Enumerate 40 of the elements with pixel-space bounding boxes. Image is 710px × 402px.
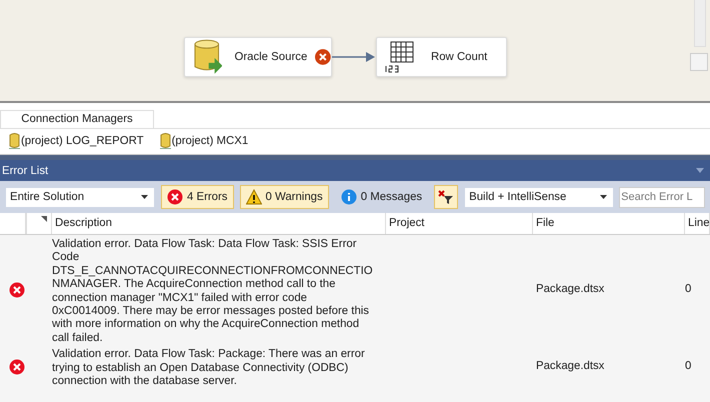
sort-icon[interactable] (41, 216, 47, 222)
database-icon (160, 133, 171, 149)
error-description: Validation error. Data Flow Task: Package: There was an error trying to establish an Open Database Connectivity (ODBC) connection with the database server. (52, 348, 366, 388)
search-field[interactable]: Search Error L (619, 186, 706, 208)
column-header[interactable]: Line (685, 213, 710, 234)
column-header[interactable]: Description (52, 213, 386, 234)
filter-button[interactable]: 0 Warnings (240, 185, 329, 209)
dropdown-caret-icon[interactable] (696, 168, 704, 173)
column-header[interactable]: Project (386, 213, 533, 234)
clear-filter-icon[interactable] (434, 185, 458, 209)
column-header[interactable]: File (533, 213, 685, 234)
warning-icon (246, 189, 262, 205)
zoom-fit-button[interactable] (690, 53, 708, 71)
node-label: Row Count (431, 51, 488, 63)
line-cell: 0 (685, 283, 692, 297)
connection-managers-tab[interactable]: Connection Managers (0, 110, 154, 128)
file-cell: Package.dtsx (536, 360, 604, 374)
panel-title: Error List (2, 164, 48, 176)
connector-arrow (332, 52, 376, 62)
error-description: Validation error. Data Flow Task: Data Flow Task: SSIS Error Code DTS_E_CANNOTACQUIRECONNECTIONFROMCONNECTIONMANAGER. The AcquireConnection method call to the connection manager "MCX1" failed with error code 0xC0014009. There may be error messages posted before this with more information on why the AcquireConnection method call failed. (52, 238, 374, 346)
filter-button[interactable]: 0 Messages (334, 185, 428, 209)
dropdown-caret-icon (600, 195, 608, 199)
connection-manager-item[interactable]: (project) MCX1 (160, 133, 248, 149)
error-icon (9, 282, 25, 298)
component-node[interactable]: Oracle Source (184, 37, 332, 77)
connection-manager-item[interactable]: (project) LOG_REPORT (9, 133, 144, 149)
database-icon (9, 133, 20, 149)
build-filter-dropdown[interactable]: Build + IntelliSense (464, 186, 614, 208)
error-icon (9, 358, 25, 375)
database-icon (193, 39, 222, 75)
file-cell: Package.dtsx (536, 283, 604, 297)
error-icon (167, 189, 183, 205)
node-label: Oracle Source (234, 51, 308, 63)
line-cell: 0 (685, 360, 692, 374)
grid-icon (385, 41, 415, 73)
dropdown-caret-icon (141, 195, 148, 199)
info-icon (340, 189, 357, 205)
scope-dropdown[interactable]: Entire Solution (5, 186, 155, 208)
filter-button[interactable]: 4 Errors (161, 185, 234, 209)
component-node[interactable]: Row Count (376, 37, 507, 77)
